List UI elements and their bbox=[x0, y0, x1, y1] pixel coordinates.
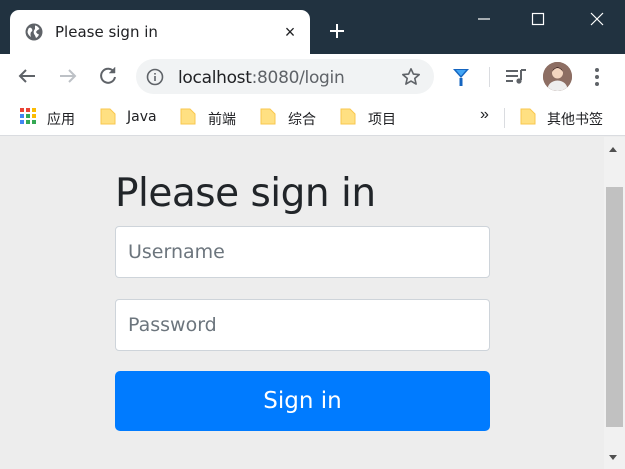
bookmark-label: Java bbox=[127, 109, 157, 125]
media-control-icon[interactable] bbox=[504, 66, 528, 88]
avatar-icon bbox=[543, 62, 572, 91]
folder-icon bbox=[520, 108, 536, 125]
password-field[interactable] bbox=[115, 299, 490, 351]
url-path: :8080/login bbox=[251, 68, 345, 88]
reload-icon[interactable] bbox=[96, 64, 120, 88]
bookmark-label: 综合 bbox=[288, 112, 316, 128]
scrollbar-thumb[interactable] bbox=[606, 187, 623, 427]
scroll-down-icon[interactable] bbox=[609, 455, 617, 460]
bookmark-folder[interactable]: 前端 bbox=[180, 107, 250, 128]
scrollbar[interactable] bbox=[604, 137, 625, 469]
folder-icon bbox=[100, 108, 116, 125]
minimize-icon[interactable] bbox=[473, 8, 495, 30]
profile-avatar[interactable] bbox=[543, 62, 572, 91]
page-title: Please sign in bbox=[115, 171, 376, 216]
more-menu-icon[interactable] bbox=[588, 66, 606, 88]
bookmark-label: 前端 bbox=[208, 112, 236, 128]
address-bar[interactable]: localhost:8080/login bbox=[136, 59, 434, 94]
bookmarks-overflow-icon[interactable]: » bbox=[480, 106, 489, 124]
bookmark-apps-label: 应用 bbox=[47, 112, 75, 128]
browser-tab[interactable]: Please sign in × bbox=[10, 10, 310, 54]
username-field[interactable] bbox=[115, 226, 490, 278]
title-bar: Please sign in × bbox=[0, 0, 625, 54]
back-icon[interactable] bbox=[15, 64, 39, 88]
folder-icon bbox=[180, 108, 196, 125]
bookmark-star-icon[interactable] bbox=[401, 67, 421, 87]
close-window-icon[interactable] bbox=[586, 8, 608, 30]
url-text[interactable]: localhost:8080/login bbox=[178, 68, 345, 88]
bookmark-folder[interactable]: 项目 bbox=[340, 107, 410, 128]
scroll-up-icon[interactable] bbox=[609, 147, 617, 152]
extension-icon[interactable] bbox=[450, 66, 472, 88]
page-content: Please sign in Sign in bbox=[0, 137, 604, 469]
url-host: localhost bbox=[178, 68, 252, 88]
browser-toolbar: localhost:8080/login bbox=[0, 54, 625, 99]
bookmark-folder[interactable]: Java bbox=[100, 107, 170, 127]
tab-close-icon[interactable]: × bbox=[280, 22, 300, 42]
tab-title: Please sign in bbox=[55, 23, 158, 41]
forward-icon[interactable] bbox=[56, 64, 80, 88]
bookmarks-divider bbox=[504, 108, 505, 128]
bookmark-folder[interactable]: 综合 bbox=[260, 107, 330, 128]
folder-icon bbox=[340, 108, 356, 125]
apps-grid-icon bbox=[20, 108, 36, 124]
folder-icon bbox=[260, 108, 276, 125]
globe-icon bbox=[25, 23, 43, 41]
bookmark-other-label: 其他书签 bbox=[547, 112, 603, 128]
info-icon[interactable] bbox=[146, 68, 164, 86]
sign-in-button[interactable]: Sign in bbox=[115, 371, 490, 431]
bookmark-label: 项目 bbox=[368, 112, 396, 128]
bookmark-apps[interactable]: 应用 bbox=[20, 107, 90, 128]
maximize-icon[interactable] bbox=[527, 8, 549, 30]
new-tab-icon[interactable] bbox=[326, 20, 348, 42]
toolbar-divider bbox=[489, 67, 490, 87]
bookmark-other[interactable]: 其他书签 bbox=[520, 107, 620, 128]
bookmarks-bar: 应用 Java 前端 综合 项目 » 其他书签 bbox=[0, 99, 625, 136]
